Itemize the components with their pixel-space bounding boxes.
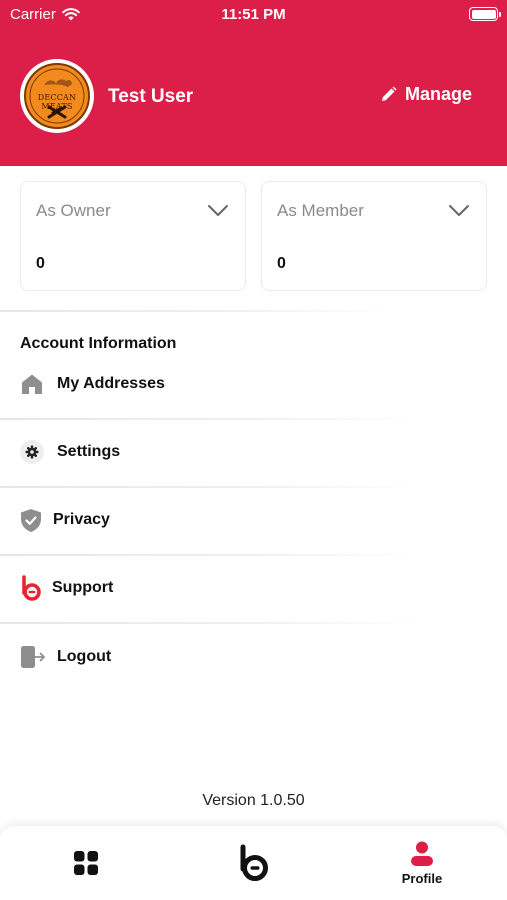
menu-label: Privacy [53, 511, 110, 528]
menu-item-logout[interactable]: Logout [20, 642, 111, 672]
divider [0, 622, 420, 624]
menu-item-support[interactable]: Support [20, 573, 113, 603]
tab-home[interactable] [66, 826, 106, 900]
avatar-logo: DECCAN MEATS [24, 63, 90, 129]
battery-icon [469, 7, 501, 21]
shield-icon [20, 508, 42, 533]
menu-label: Logout [57, 648, 112, 665]
avatar-logo-text: DECCAN MEATS [37, 93, 77, 111]
menu-label: My Addresses [57, 375, 165, 392]
divider [0, 310, 390, 312]
avatar[interactable]: DECCAN MEATS [20, 59, 94, 133]
chevron-down-icon[interactable] [207, 204, 229, 217]
owner-card[interactable]: As Owner 0 [20, 181, 246, 291]
chevron-down-icon[interactable] [448, 204, 470, 217]
owner-card-title: As Owner [36, 201, 111, 220]
menu-label: Settings [57, 443, 121, 460]
user-name: Test User [108, 86, 194, 107]
member-card[interactable]: As Member 0 [261, 181, 487, 291]
gear-icon [20, 440, 44, 464]
brand-logo-icon [20, 574, 42, 602]
status-bar: Carrier 11:51 PM [0, 0, 507, 30]
member-card-value: 0 [277, 255, 286, 272]
pencil-icon [381, 86, 397, 101]
section-title: Account Information [20, 335, 177, 352]
brand-logo-icon [240, 844, 268, 881]
tab-profile-label: Profile [401, 870, 443, 886]
profile-icon [411, 841, 433, 866]
menu-label: Support [52, 579, 114, 596]
tab-brand[interactable] [232, 826, 276, 900]
app-version: Version 1.0.50 [202, 792, 305, 809]
status-time: 11:51 PM [221, 6, 286, 23]
home-icon [20, 373, 44, 395]
owner-card-value: 0 [36, 255, 45, 272]
manage-button[interactable]: Manage [380, 84, 472, 105]
bottom-tab-bar: Profile [0, 826, 507, 900]
menu-item-my-addresses[interactable]: My Addresses [20, 369, 165, 399]
menu-item-privacy[interactable]: Privacy [20, 505, 110, 535]
member-card-title: As Member [277, 201, 364, 220]
menu-item-settings[interactable]: Settings [20, 437, 120, 467]
divider [0, 486, 420, 488]
divider [0, 554, 420, 556]
divider [0, 418, 420, 420]
tab-profile[interactable]: Profile [392, 826, 452, 900]
logout-icon [20, 645, 46, 669]
grid-icon [74, 851, 98, 875]
manage-label: Manage [404, 84, 472, 104]
profile-header: Carrier 11:51 PM DECCAN MEATS Test User [0, 0, 507, 166]
